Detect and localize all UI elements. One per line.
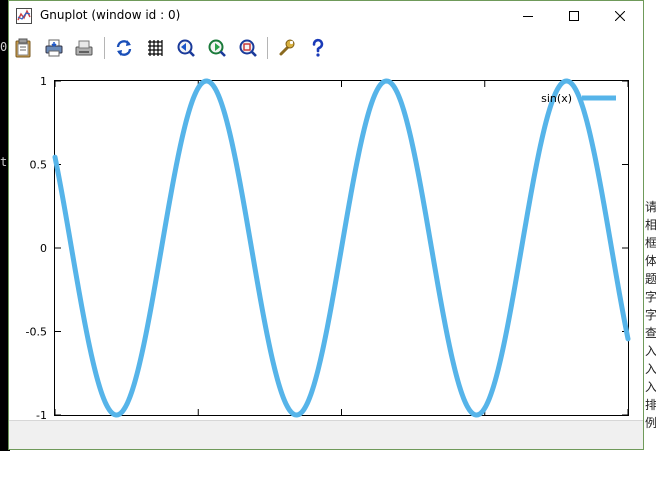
background-char: 查 xyxy=(645,326,656,340)
save-button[interactable] xyxy=(72,36,96,60)
legend-label-sinx: sin(x) xyxy=(541,92,572,105)
replot-button[interactable] xyxy=(112,36,136,60)
zoom-previous-button[interactable] xyxy=(174,36,198,60)
zoom-back-icon xyxy=(177,39,195,57)
background-char: 体 xyxy=(645,254,656,268)
y-tick-label: 0 xyxy=(40,242,47,255)
series-line-sinx xyxy=(52,78,631,418)
minimize-icon xyxy=(523,16,533,17)
grid-button[interactable] xyxy=(143,36,167,60)
y-tick-label: 1 xyxy=(40,75,47,88)
minimize-button[interactable] xyxy=(505,1,551,31)
gnuplot-window: Gnuplot (window id : 0) 1 0.5 0 -0.5 -1 … xyxy=(8,0,644,450)
autoscale-icon xyxy=(239,39,257,57)
background-char: 框 xyxy=(645,236,656,250)
toolbar-separator xyxy=(267,37,268,59)
background-document: 请 相 框 体 题 字 字 查 入 入 入 排 例 xyxy=(644,0,656,481)
background-char: 入 xyxy=(645,362,656,376)
clipboard-icon xyxy=(15,38,31,58)
autoscale-button[interactable] xyxy=(236,36,260,60)
background-glyph: 0 xyxy=(0,40,8,54)
background-char: 相 xyxy=(645,218,656,232)
y-tick-label: -1 xyxy=(36,409,47,420)
status-bar xyxy=(9,420,643,449)
close-button[interactable] xyxy=(597,1,643,31)
help-button[interactable] xyxy=(306,36,330,60)
background-char: 入 xyxy=(645,380,656,394)
help-icon xyxy=(312,38,324,57)
sine-chart: -10-5051010.50-0.5-1 sin(x) xyxy=(26,75,635,439)
background-area xyxy=(0,451,656,481)
toolbar-separator xyxy=(104,37,105,59)
toolbar xyxy=(9,32,643,65)
gnuplot-app-icon xyxy=(16,8,32,24)
plot-area[interactable]: -10-5051010.50-0.5-1 sin(x) xyxy=(9,65,643,449)
title-bar[interactable]: Gnuplot (window id : 0) xyxy=(9,1,643,31)
grid-icon xyxy=(148,40,163,56)
printer-icon xyxy=(45,39,63,57)
background-char: 请 xyxy=(645,200,656,214)
refresh-icon xyxy=(116,40,132,56)
background-char: 题 xyxy=(645,272,656,286)
maximize-icon xyxy=(569,11,579,21)
print-button[interactable] xyxy=(42,36,66,60)
background-char: 入 xyxy=(645,344,656,358)
y-tick-label: -0.5 xyxy=(26,326,47,339)
background-char: 排 xyxy=(645,398,656,412)
zoom-next-button[interactable] xyxy=(205,36,229,60)
background-glyph: t xyxy=(0,155,8,169)
background-char: 例 xyxy=(645,416,656,430)
background-char: 字 xyxy=(645,290,656,304)
background-char: 字 xyxy=(645,308,656,322)
zoom-forward-icon xyxy=(208,39,226,57)
options-button[interactable] xyxy=(275,36,299,60)
close-icon xyxy=(615,11,625,21)
y-tick-label: 0.5 xyxy=(30,159,48,172)
save-icon xyxy=(75,40,93,56)
maximize-button[interactable] xyxy=(551,1,597,31)
window-title: Gnuplot (window id : 0) xyxy=(40,8,181,22)
copy-to-clipboard-button[interactable] xyxy=(11,36,35,60)
wrench-icon xyxy=(279,39,295,56)
